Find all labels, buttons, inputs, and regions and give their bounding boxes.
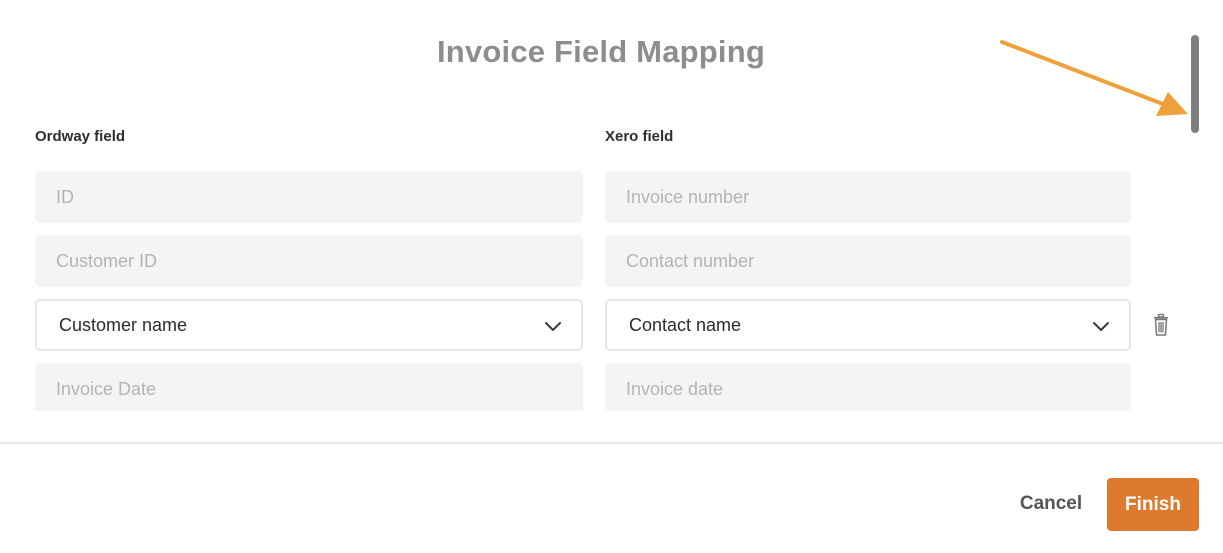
xero-field-invoice-number: Invoice number [605,171,1131,223]
ordway-field-select-customer-name[interactable]: Customer name [35,299,583,351]
field-mapping-dialog: Invoice Field Mapping Ordway field Xero … [0,0,1223,553]
chevron-down-icon [1093,322,1109,331]
scrollbar-thumb[interactable] [1191,35,1199,133]
xero-field-selected-value: Contact name [629,314,742,335]
arrow-annotation-icon [1000,40,1188,116]
cancel-button[interactable]: Cancel [1005,478,1097,530]
xero-field-contact-number: Contact number [605,235,1131,287]
ordway-field-selected-value: Customer name [59,314,188,335]
xero-field-select-contact-name[interactable]: Contact name [605,299,1131,351]
finish-button[interactable]: Finish [1107,478,1199,531]
ordway-field-customer-id: Customer ID [35,235,583,287]
ordway-field-column-label: Ordway field [35,128,126,145]
chevron-down-icon [545,322,561,331]
footer-divider [0,442,1223,444]
trash-icon[interactable] [1151,313,1171,337]
mapping-list[interactable]: ID Invoice number Customer ID Contact nu… [0,160,1223,411]
xero-field-invoice-date: Invoice date [605,363,1131,411]
ordway-field-id: ID [35,171,583,223]
ordway-field-invoice-date: Invoice Date [35,363,583,411]
xero-field-column-label: Xero field [605,128,674,145]
